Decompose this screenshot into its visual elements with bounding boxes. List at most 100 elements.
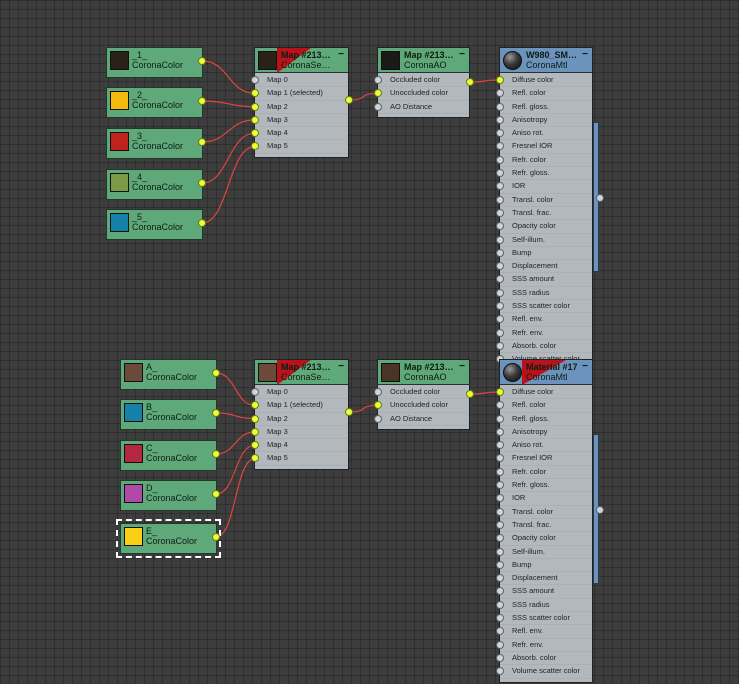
slot-ao-distance[interactable]: AO Distance [374,413,469,426]
output-port[interactable] [198,179,206,187]
input-port[interactable] [251,102,259,111]
input-port[interactable] [374,401,382,410]
slot-refr-color[interactable]: Refr. color [496,466,592,480]
slot-unoccluded-color[interactable]: Unoccluded color [374,87,469,101]
input-port[interactable] [496,248,504,257]
input-port[interactable] [496,441,504,450]
input-port[interactable] [251,142,259,151]
slot-sss-amount[interactable]: SSS amount [496,273,592,287]
output-port[interactable] [212,409,220,417]
slot-sss-radius[interactable]: SSS radius [496,599,592,613]
slot-displacement[interactable]: Displacement [496,572,592,586]
slot-fresnel-ior[interactable]: Fresnel IOR [496,452,592,466]
input-port[interactable] [374,102,382,111]
input-port[interactable] [496,414,504,423]
color-node-b[interactable]: B_ CoronaColor [120,399,220,430]
input-port[interactable] [496,640,504,649]
slot-opacity-color[interactable]: Opacity color [496,532,592,546]
input-port[interactable] [374,76,382,84]
output-port[interactable] [596,506,604,514]
slot-sss-radius[interactable]: SSS radius [496,287,592,301]
slot-map-4[interactable]: Map 4 [251,127,348,141]
input-port[interactable] [496,547,504,556]
input-port[interactable] [251,427,259,436]
slot-refl-env[interactable]: Refl. env. [496,625,592,639]
input-port[interactable] [374,414,382,423]
input-port[interactable] [496,560,504,569]
slot-diffuse-color[interactable]: Diffuse color [496,386,592,400]
input-port[interactable] [496,195,504,204]
slot-diffuse-color[interactable]: Diffuse color [496,74,592,88]
input-port[interactable] [496,614,504,623]
input-port[interactable] [496,388,504,396]
slot-map-1[interactable]: Map 1 (selected) [251,399,348,413]
corona-select-node[interactable]: Map #213… CoronaSe… − Map 0 Map 1 (selec… [251,47,353,158]
slot-map-2[interactable]: Map 2 [251,101,348,114]
input-port[interactable] [496,262,504,271]
slot-refl-env[interactable]: Refl. env. [496,313,592,327]
input-port[interactable] [496,494,504,503]
input-port[interactable] [496,667,504,676]
output-port[interactable] [345,408,353,416]
input-port[interactable] [251,388,259,396]
input-port[interactable] [496,481,504,490]
input-port[interactable] [496,507,504,516]
slot-ior[interactable]: IOR [496,492,592,506]
input-port[interactable] [496,169,504,178]
output-port[interactable] [466,78,474,86]
input-port[interactable] [374,388,382,396]
corona-ao-node[interactable]: Map #213… CoronaAO − Occluded color Unoc… [374,359,474,430]
input-port[interactable] [496,102,504,111]
slot-self-illum[interactable]: Self-illum. [496,234,592,247]
slot-map-3[interactable]: Map 3 [251,114,348,128]
slot-ao-distance[interactable]: AO Distance [374,101,469,114]
corona-mtl-node[interactable]: W980_SM… CoronaMtl − Diffuse color Refl. … [496,47,593,371]
slot-unoccluded-color[interactable]: Unoccluded color [374,399,469,413]
input-port[interactable] [496,142,504,151]
minus-icon[interactable]: − [338,361,344,372]
slot-transl-color[interactable]: Transl. color [496,506,592,519]
slot-sss-scatter-color[interactable]: SSS scatter color [496,300,592,314]
output-port[interactable] [596,194,604,202]
slot-refl-color[interactable]: Refl. color [496,399,592,413]
input-port[interactable] [496,208,504,217]
corona-select-node[interactable]: Map #213… CoronaSe… − Map 0 Map 1 (selec… [251,359,353,470]
slot-map-1[interactable]: Map 1 (selected) [251,87,348,101]
slot-bump[interactable]: Bump [496,559,592,573]
node-header[interactable]: Map #213… CoronaAO − [378,360,469,385]
input-port[interactable] [496,534,504,543]
input-port[interactable] [251,129,259,138]
minus-icon[interactable]: − [582,49,588,60]
corona-mtl-node[interactable]: Material #17 CoronaMtl − Diffuse color Re… [496,359,593,683]
slot-anisotropy[interactable]: Anisotropy [496,426,592,440]
slot-map-0[interactable]: Map 0 [251,386,348,400]
input-port[interactable] [496,182,504,191]
slot-refr-gloss[interactable]: Refr. gloss. [496,479,592,493]
color-node-5[interactable]: _5_ CoronaColor [106,209,206,240]
slot-opacity-color[interactable]: Opacity color [496,220,592,234]
slot-refr-env[interactable]: Refr. env. [496,327,592,340]
input-port[interactable] [496,401,504,410]
input-port[interactable] [251,414,259,423]
slot-sss-scatter-color[interactable]: SSS scatter color [496,612,592,626]
output-port[interactable] [212,450,220,458]
color-node-1[interactable]: _1_ CoronaColor [106,47,206,78]
output-port[interactable] [198,219,206,227]
input-port[interactable] [496,129,504,138]
input-port[interactable] [496,454,504,463]
output-port[interactable] [198,138,206,146]
slot-refl-gloss[interactable]: Refl. gloss. [496,413,592,426]
node-header[interactable]: Map #213… CoronaSe… − [255,360,348,385]
input-port[interactable] [496,587,504,596]
color-node-3[interactable]: _3_ CoronaColor [106,128,206,159]
input-port[interactable] [496,341,504,350]
slot-map-4[interactable]: Map 4 [251,439,348,453]
input-port[interactable] [251,76,259,84]
input-port[interactable] [496,302,504,311]
output-port[interactable] [466,390,474,398]
input-port[interactable] [496,574,504,583]
input-port[interactable] [251,441,259,450]
node-header[interactable]: Material #17 CoronaMtl − [500,360,592,385]
input-port[interactable] [496,288,504,297]
minus-icon[interactable]: − [459,361,465,372]
